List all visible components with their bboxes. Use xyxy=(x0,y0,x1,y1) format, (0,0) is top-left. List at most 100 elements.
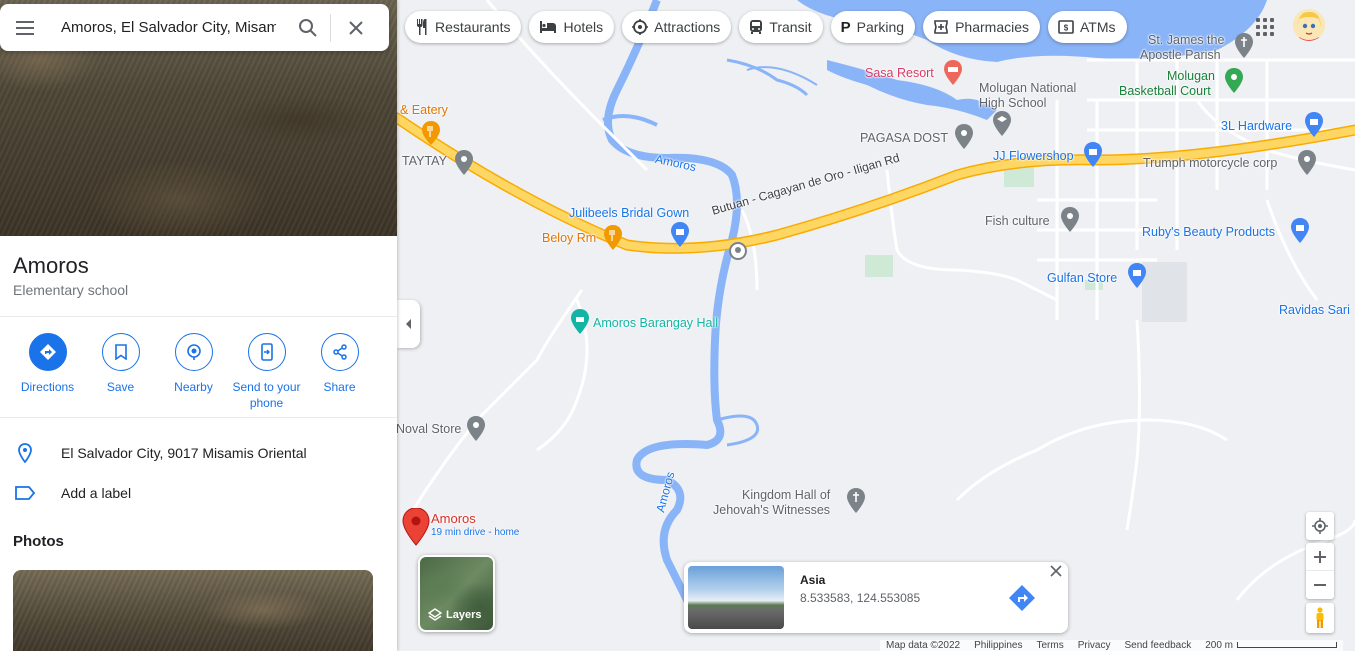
pharmacy-icon xyxy=(933,19,949,35)
map-label-hardware[interactable]: 3L Hardware xyxy=(1221,119,1292,133)
place-pin-icon[interactable] xyxy=(466,416,486,447)
place-panel: Amoros Elementary school Directions Save xyxy=(0,0,397,651)
street-view-directions-button[interactable] xyxy=(1008,584,1036,617)
address-row[interactable]: El Salvador City, 9017 Misamis Oriental xyxy=(0,433,397,473)
scale-control[interactable]: 200 m xyxy=(1205,640,1338,651)
chip-pharmacies[interactable]: Pharmacies xyxy=(923,11,1040,43)
send-feedback-link[interactable]: Send feedback xyxy=(1125,640,1192,651)
chip-transit[interactable]: Transit xyxy=(739,11,823,43)
share-button[interactable]: Share xyxy=(303,333,376,411)
map-label-molugan-school-2[interactable]: High School xyxy=(979,96,1046,110)
transit-marker-icon[interactable] xyxy=(729,242,747,265)
map-label-molugan-school-1[interactable]: Molugan National xyxy=(979,81,1076,95)
map-label-trumph[interactable]: Trumph motorcycle corp xyxy=(1143,156,1277,170)
nearby-button[interactable]: Nearby xyxy=(157,333,230,411)
divider xyxy=(0,316,397,317)
search-icon xyxy=(299,18,317,37)
country-link[interactable]: Philippines xyxy=(974,640,1022,651)
chevron-left-icon xyxy=(405,319,411,329)
shopping-pin-icon[interactable] xyxy=(1083,142,1103,173)
search-box xyxy=(0,4,389,51)
map-canvas[interactable] xyxy=(397,0,1355,651)
privacy-link[interactable]: Privacy xyxy=(1078,640,1111,651)
place-category[interactable]: Elementary school xyxy=(13,282,128,298)
directions-button[interactable]: Directions xyxy=(11,333,84,411)
place-pin-icon[interactable] xyxy=(1060,207,1080,238)
my-location-button[interactable] xyxy=(1306,512,1334,540)
chip-restaurants[interactable]: Restaurants xyxy=(405,11,522,43)
google-apps-button[interactable] xyxy=(1254,16,1276,38)
place-pin-icon[interactable] xyxy=(954,124,974,155)
map-footer: Map data ©2022 Philippines Terms Privacy… xyxy=(880,640,1344,651)
place-pin-icon[interactable] xyxy=(454,150,474,181)
shopping-pin-icon[interactable] xyxy=(1290,218,1310,249)
clear-search-button[interactable] xyxy=(331,4,381,51)
map-label-taytay[interactable]: TAYTAY xyxy=(402,154,447,168)
map-label-fish-culture[interactable]: Fish culture xyxy=(985,214,1050,228)
photo-thumbnail[interactable] xyxy=(13,570,373,651)
map-label-molugan-court-2[interactable]: Basketball Court xyxy=(1119,84,1211,98)
chip-label: Transit xyxy=(769,19,812,35)
map-label-gulfan[interactable]: Gulfan Store xyxy=(1047,271,1117,285)
shopping-pin-icon[interactable] xyxy=(1127,263,1147,294)
send-to-phone-button[interactable]: Send to your phone xyxy=(230,333,303,411)
menu-button[interactable] xyxy=(0,4,50,51)
map-label-ravidas[interactable]: Ravidas Sari xyxy=(1279,303,1350,317)
map-data-text: Map data ©2022 xyxy=(886,640,961,651)
map-label-beloy[interactable]: Beloy Rm xyxy=(542,231,596,245)
map-label-molugan-court-1[interactable]: Molugan xyxy=(1167,69,1215,83)
street-view-pegman[interactable] xyxy=(1306,603,1334,633)
street-view-thumbnail[interactable] xyxy=(688,566,784,629)
map-label-barangay-hall[interactable]: Amoros Barangay Hall xyxy=(593,316,718,330)
search-button[interactable] xyxy=(286,4,330,51)
shopping-pin-icon[interactable] xyxy=(670,222,690,253)
minus-icon xyxy=(1314,584,1326,586)
map-label-eatery[interactable]: & Eatery xyxy=(400,103,448,117)
layers-button[interactable]: Layers xyxy=(418,555,495,632)
zoom-out-button[interactable] xyxy=(1306,571,1334,599)
chip-label: Restaurants xyxy=(435,19,511,35)
map-label-st-james-1[interactable]: St. James the xyxy=(1148,33,1224,47)
atm-icon: $ xyxy=(1058,20,1074,34)
map-label-noval[interactable]: Noval Store xyxy=(396,422,461,436)
chip-atms[interactable]: $ ATMs xyxy=(1048,11,1127,43)
selected-location-pin-icon[interactable] xyxy=(402,507,430,551)
collapse-panel-button[interactable] xyxy=(397,300,420,348)
phone-icon xyxy=(247,333,286,371)
account-avatar[interactable] xyxy=(1293,9,1325,41)
government-pin-icon[interactable] xyxy=(570,309,590,340)
map-label-julibeels[interactable]: Julibeels Bridal Gown xyxy=(569,206,689,220)
place-pin-icon[interactable] xyxy=(1297,150,1317,181)
save-button[interactable]: Save xyxy=(84,333,157,411)
street-view-close-button[interactable] xyxy=(1050,564,1062,582)
shopping-pin-icon[interactable] xyxy=(1304,112,1324,143)
map-label-sasa-resort[interactable]: Sasa Resort xyxy=(865,66,934,80)
map-label-rubys[interactable]: Ruby's Beauty Products xyxy=(1142,225,1275,239)
church-pin-icon[interactable] xyxy=(1234,33,1254,64)
add-label-row[interactable]: Add a label xyxy=(0,473,397,513)
map-label-selected-place[interactable]: Amoros xyxy=(431,511,476,526)
map-label-flowershop[interactable]: JJ Flowershop xyxy=(993,149,1074,163)
chip-hotels[interactable]: Hotels xyxy=(529,11,615,43)
map-label-st-james-2[interactable]: Apostle Parish xyxy=(1140,48,1221,62)
zoom-in-button[interactable] xyxy=(1306,543,1334,571)
restaurant-pin-icon[interactable] xyxy=(603,225,623,256)
apps-grid-icon xyxy=(1256,18,1260,22)
layers-label-group: Layers xyxy=(428,608,481,622)
street-view-card[interactable]: Asia 8.533583, 124.553085 xyxy=(684,562,1068,633)
school-pin-icon[interactable] xyxy=(992,111,1012,142)
share-icon xyxy=(320,333,359,371)
svg-text:$: $ xyxy=(1064,24,1069,33)
restaurant-pin-icon[interactable] xyxy=(421,121,441,150)
photos-heading: Photos xyxy=(13,533,64,550)
search-input[interactable] xyxy=(61,19,276,36)
map-label-pagasa[interactable]: PAGASA DOST xyxy=(860,131,948,145)
chip-parking[interactable]: P Parking xyxy=(830,11,916,43)
terms-link[interactable]: Terms xyxy=(1036,640,1063,651)
park-pin-icon[interactable] xyxy=(1224,68,1244,99)
chip-attractions[interactable]: Attractions xyxy=(622,11,732,43)
map-label-kingdom-hall-2[interactable]: Jehovah's Witnesses xyxy=(713,503,830,517)
church-pin-icon[interactable] xyxy=(846,488,866,519)
hotel-pin-icon[interactable] xyxy=(943,60,963,91)
map-label-kingdom-hall-1[interactable]: Kingdom Hall of xyxy=(742,488,830,502)
